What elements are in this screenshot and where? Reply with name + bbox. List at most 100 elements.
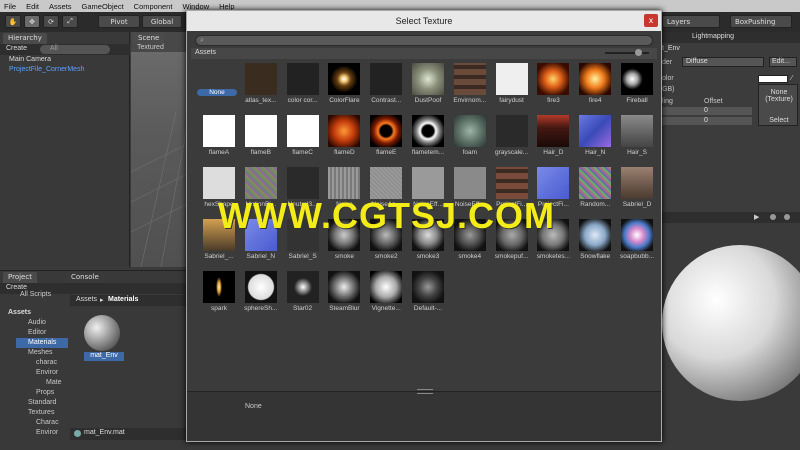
- texture-item[interactable]: spark: [197, 271, 241, 323]
- hierarchy-search-input[interactable]: All: [40, 45, 110, 54]
- tree-props[interactable]: Props: [36, 389, 54, 396]
- texture-thumbnail: [621, 63, 653, 95]
- offset-x-field[interactable]: 0: [662, 107, 752, 115]
- hierarchy-item-corner-mesh[interactable]: ProjectFile_CornerMesh: [9, 66, 84, 73]
- texture-slot[interactable]: None (Texture) Select: [758, 84, 798, 126]
- texture-item[interactable]: soapbubb...: [615, 219, 659, 271]
- texture-item[interactable]: flameC: [281, 115, 325, 167]
- texture-item[interactable]: grayscale...: [490, 115, 534, 167]
- texture-item[interactable]: sphereSh...: [239, 271, 283, 323]
- tree-textures[interactable]: Textures: [28, 409, 54, 416]
- hierarchy-item-main-camera[interactable]: Main Camera: [9, 56, 51, 63]
- dialog-titlebar[interactable]: Select Texture: [187, 11, 661, 31]
- texture-item[interactable]: ColorFlare: [322, 63, 366, 115]
- scale-tool-icon[interactable]: ⤢: [62, 15, 78, 28]
- texture-item[interactable]: Default-...: [406, 271, 450, 323]
- hierarchy-search-placeholder: All: [50, 45, 58, 52]
- search-icon: ⌕: [200, 36, 204, 44]
- texture-item[interactable]: flameD: [322, 115, 366, 167]
- texture-item[interactable]: Fireball: [615, 63, 659, 115]
- texture-label: Default-...: [413, 305, 443, 312]
- project-filter-all-scripts[interactable]: All Scripts: [20, 291, 51, 298]
- texture-item[interactable]: Star02: [281, 271, 325, 323]
- tree-meshes[interactable]: Meshes: [28, 349, 53, 356]
- texture-item-none[interactable]: None: [197, 63, 241, 115]
- texture-item[interactable]: DustPoof: [406, 63, 450, 115]
- breadcrumb-assets[interactable]: Assets: [76, 296, 97, 303]
- tree-materials[interactable]: Materials: [28, 339, 56, 346]
- dialog-close-button[interactable]: x: [644, 14, 658, 27]
- scene-view[interactable]: Scene Textured: [131, 32, 191, 267]
- menu-assets[interactable]: Assets: [49, 2, 72, 11]
- scene-tab[interactable]: Scene: [133, 33, 165, 44]
- texture-select-button[interactable]: Select: [761, 117, 797, 124]
- menu-component[interactable]: Component: [134, 2, 173, 11]
- tree-environment[interactable]: Enviror: [36, 369, 58, 376]
- shader-dropdown[interactable]: Diffuse: [682, 57, 764, 67]
- texture-item[interactable]: flameB: [239, 115, 283, 167]
- tiling-label: ling: [662, 98, 673, 105]
- project-tab[interactable]: Project: [3, 272, 37, 283]
- asset-mat-env[interactable]: [82, 313, 122, 353]
- play-preview-icon[interactable]: ▶: [754, 213, 759, 221]
- menu-gameobject[interactable]: GameObject: [82, 2, 124, 11]
- move-tool-icon[interactable]: ✥: [24, 15, 40, 28]
- texture-item[interactable]: fairydust: [490, 63, 534, 115]
- texture-item[interactable]: fire4: [573, 63, 617, 115]
- tree-assets[interactable]: Assets: [8, 309, 31, 316]
- texture-item[interactable]: fire3: [531, 63, 575, 115]
- assets-section-header: Assets: [191, 48, 657, 59]
- breadcrumb-materials[interactable]: Materials: [108, 296, 138, 303]
- tree-tex-environment[interactable]: Enviror: [36, 429, 58, 436]
- texture-item[interactable]: flameA: [197, 115, 241, 167]
- tree-tex-characters[interactable]: Charac: [36, 419, 59, 426]
- texture-item[interactable]: color cor...: [281, 63, 325, 115]
- eyedropper-icon[interactable]: ⁄: [791, 74, 798, 83]
- texture-item[interactable]: flametem...: [406, 115, 450, 167]
- texture-item[interactable]: Sabriel_D: [615, 167, 659, 219]
- scene-viewport[interactable]: [131, 52, 191, 267]
- lightmapping-tab[interactable]: Lightmapping: [692, 33, 734, 40]
- tree-mesh-materials[interactable]: Mate: [46, 379, 62, 386]
- pivot-button[interactable]: Pivot: [98, 15, 140, 28]
- shader-edit-button[interactable]: Edit...: [769, 57, 797, 67]
- texture-item[interactable]: Vignette...: [364, 271, 408, 323]
- console-tab[interactable]: Console: [66, 272, 104, 283]
- rotate-tool-icon[interactable]: ⟳: [43, 15, 59, 28]
- texture-item[interactable]: foam: [448, 115, 492, 167]
- scene-render-mode[interactable]: Textured: [137, 44, 164, 51]
- tree-editor[interactable]: Editor: [28, 329, 46, 336]
- offset-y-field[interactable]: 0: [662, 117, 752, 125]
- texture-item[interactable]: Contrast...: [364, 63, 408, 115]
- texture-thumbnail: [244, 63, 277, 95]
- tree-audio[interactable]: Audio: [28, 319, 46, 326]
- texture-label: None: [197, 89, 237, 96]
- menu-file[interactable]: File: [4, 2, 16, 11]
- menu-edit[interactable]: Edit: [26, 2, 39, 11]
- hierarchy-tab[interactable]: Hierarchy: [3, 33, 47, 44]
- preview-sphere-icon[interactable]: [770, 214, 776, 220]
- texture-item[interactable]: Hair_S: [615, 115, 659, 167]
- color-swatch[interactable]: [758, 75, 788, 83]
- tree-characters[interactable]: charac: [36, 359, 57, 366]
- hand-tool-icon[interactable]: ✋: [5, 15, 21, 28]
- texture-search-input[interactable]: ⌕: [195, 35, 653, 46]
- global-button[interactable]: Global: [142, 15, 182, 28]
- splitter-handle[interactable]: [417, 389, 433, 394]
- texture-item[interactable]: Envirnom...: [448, 63, 492, 115]
- layout-dropdown[interactable]: BoxPushing: [730, 15, 792, 28]
- texture-item[interactable]: Hair_D: [531, 115, 575, 167]
- texture-item[interactable]: Hair_N: [573, 115, 617, 167]
- layers-label: Layers: [667, 17, 691, 26]
- tree-standard[interactable]: Standard: [28, 399, 56, 406]
- layers-dropdown[interactable]: Layers: [662, 15, 720, 28]
- texture-thumbnail: [286, 63, 319, 95]
- slider-handle[interactable]: [635, 49, 642, 56]
- texture-item[interactable]: SteamBlur: [322, 271, 366, 323]
- project-create-button[interactable]: Create: [6, 284, 27, 291]
- texture-item[interactable]: flameE: [364, 115, 408, 167]
- texture-item[interactable]: atlas_tex...: [239, 63, 283, 115]
- hierarchy-create-button[interactable]: Create: [6, 45, 27, 52]
- preview-light-icon[interactable]: [784, 214, 790, 220]
- thumbnail-size-slider[interactable]: [605, 49, 649, 56]
